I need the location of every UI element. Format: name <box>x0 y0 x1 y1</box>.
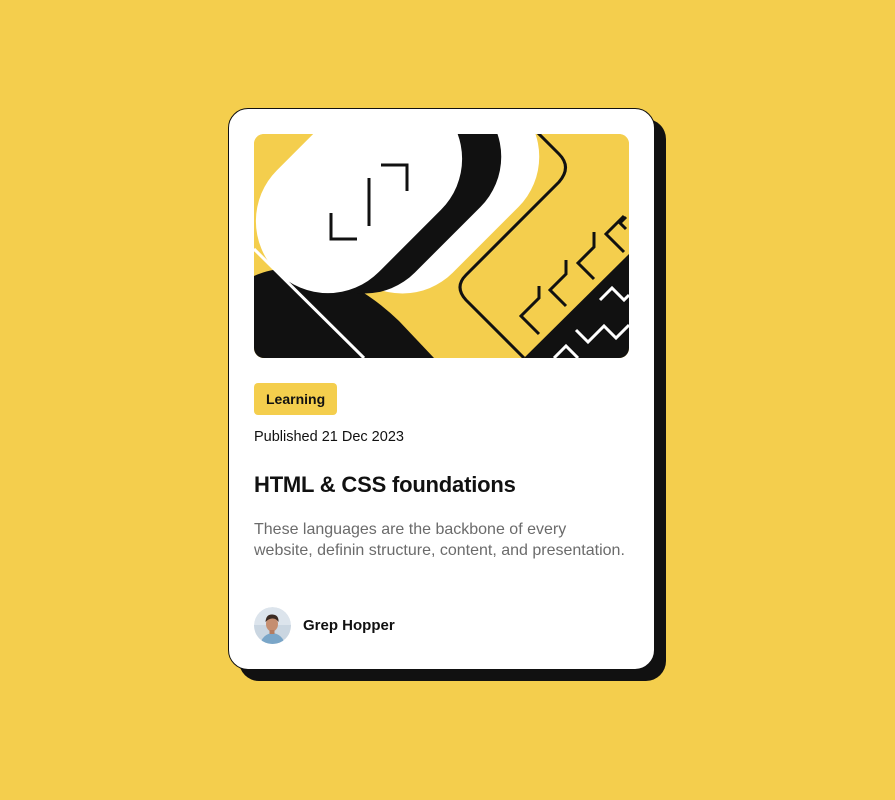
blog-preview-card: Learning Published 21 Dec 2023 HTML & CS… <box>228 108 655 670</box>
card-description: These languages are the backbone of ever… <box>254 521 625 559</box>
card-title[interactable]: HTML & CSS foundations <box>254 470 516 500</box>
author-info: Grep Hopper <box>254 607 395 644</box>
card-illustration <box>254 134 629 358</box>
author-name: Grep Hopper <box>303 617 395 634</box>
author-avatar <box>254 607 291 644</box>
published-date: Published 21 Dec 2023 <box>254 429 404 445</box>
category-tag: Learning <box>254 383 338 415</box>
